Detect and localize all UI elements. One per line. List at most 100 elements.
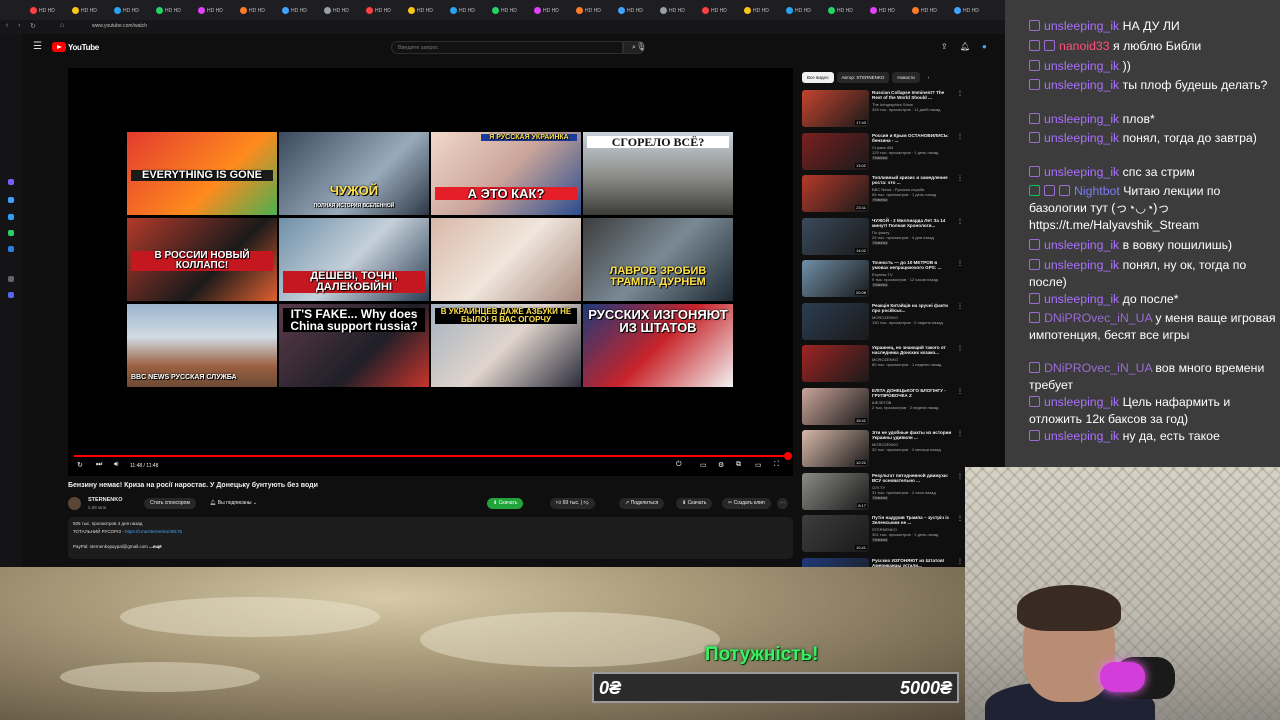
recommended-video[interactable]: 20:08 Точность — до 10 МЕТРОВ в умовах не… — [802, 260, 963, 298]
browser-tab[interactable]: HD HD — [72, 5, 112, 16]
endscreen-video-thumbnail[interactable]: А ЭТО КАК? Я РУССКАЯ УКРАИНКА — [431, 132, 581, 215]
browser-tab[interactable]: HD HD — [744, 5, 784, 16]
browser-tab[interactable]: HD HD — [954, 5, 994, 16]
recommended-video[interactable]: 12:22 Эти не удобные факты из истории Укр… — [802, 430, 963, 468]
browser-tab[interactable]: HD HD — [282, 5, 322, 16]
more-icon[interactable]: ⋮ — [957, 473, 963, 480]
endscreen-video-thumbnail[interactable] — [431, 218, 581, 301]
search-box[interactable] — [391, 41, 623, 54]
browser-tab[interactable]: HD HD — [702, 5, 742, 16]
more-icon[interactable]: ⋮ — [957, 558, 963, 565]
chat-username[interactable]: DNiPROvec_iN_UA — [1044, 311, 1152, 325]
youtube-logo[interactable]: YouTube — [52, 42, 99, 52]
recommended-video[interactable]: Украинец, но знающий такого от наследник… — [802, 345, 963, 383]
sidebar-app-icon[interactable] — [8, 292, 14, 298]
chat-username[interactable]: Nightbot — [1074, 184, 1120, 198]
browser-tab[interactable]: HD HD — [786, 5, 826, 16]
replay-icon[interactable]: ↻ — [77, 461, 83, 469]
recommended-title[interactable]: Топливный кризис и замедление роста: что… — [872, 175, 952, 185]
recommended-thumbnail[interactable]: 20:08 — [802, 260, 869, 297]
menu-icon[interactable]: ☰ — [33, 41, 42, 52]
forward-icon[interactable]: › — [18, 22, 20, 29]
browser-tab[interactable]: HD HD — [912, 5, 952, 16]
settings-icon[interactable]: ⚙︎ — [718, 461, 724, 469]
recommended-thumbnail[interactable]: 15:41 — [802, 387, 869, 425]
recommended-video[interactable]: Реакція Китайців на зручні факти про рос… — [802, 302, 963, 341]
video-player[interactable]: EVERYTHING IS GONE ЧУЖОЙ ПОЛНАЯ ИСТОРИЯ ВС… — [68, 68, 793, 476]
description-link[interactable]: https://t.me/sternenko/48176 — [125, 529, 182, 534]
more-icon[interactable]: ⋮ — [957, 133, 963, 140]
endscreen-video-thumbnail[interactable]: В РОССИИ НОВЫЙ КОЛЛАПС! — [127, 218, 277, 301]
recommended-thumbnail[interactable] — [802, 557, 869, 567]
recommended-video[interactable]: 15:41 ЕЛІТА ДОНЕЦЬКОГО БЛОГІНГУ - ГРУПІРО… — [802, 387, 963, 426]
recommended-thumbnail[interactable]: 23:11 — [802, 175, 869, 212]
recommended-video[interactable]: 17:43 Russian Collapse Imminent? The Rest… — [802, 90, 963, 128]
recommended-video[interactable]: 8:17 Результат питэдневной движухи: ВСУ о… — [802, 472, 963, 511]
search-input[interactable] — [398, 44, 588, 52]
browser-tab[interactable]: HD HD — [240, 5, 280, 16]
sidebar-app-icon[interactable] — [8, 276, 14, 282]
recommended-title[interactable]: Русских ИЗГОНЯЮТ из Штатов! Американцы у… — [872, 558, 952, 568]
recommended-title[interactable]: ЕЛІТА ДОНЕЦЬКОГО БЛОГІНГУ - ГРУПІРОВОЧКА… — [872, 388, 952, 398]
next-icon[interactable]: ⏭︎ — [96, 461, 102, 469]
reload-icon[interactable]: ↻ — [30, 22, 36, 30]
recommended-title[interactable]: Точность — до 10 МЕТРОВ в умовах непрацю… — [872, 260, 952, 270]
endscreen-video-thumbnail[interactable]: ДЕШЕВІ, ТОЧНІ, ДАЛЕКОБІЙНІ — [279, 218, 429, 301]
miniplayer-icon[interactable]: ⧉ — [736, 461, 741, 469]
endscreen-video-thumbnail[interactable]: ЛАВРОВ ЗРОБИВ ТРАМПА ДУРНЕМ — [583, 218, 733, 301]
more-icon[interactable]: ⋮ — [957, 388, 963, 395]
download-button[interactable]: ⬇ Скачать — [676, 498, 713, 509]
filter-chip[interactable]: Все видео — [802, 72, 834, 83]
endscreen-video-thumbnail[interactable]: РУССКИХ ИЗГОНЯЮТ ИЗ ШТАТОВ — [583, 304, 733, 387]
more-button[interactable]: ⋯ — [777, 498, 788, 509]
endscreen-video-thumbnail[interactable]: ЧУЖОЙ ПОЛНАЯ ИСТОРИЯ ВСЕЛЕННОЙ — [279, 132, 429, 215]
more-icon[interactable]: ⋮ — [957, 175, 963, 182]
more-icon[interactable]: ⋮ — [957, 90, 963, 97]
chat-username[interactable]: unsleeping_ik — [1044, 258, 1119, 272]
chat-username[interactable]: unsleeping_ik — [1044, 238, 1119, 252]
more-icon[interactable]: ⋮ — [957, 345, 963, 352]
endscreen-video-thumbnail[interactable]: IT'S FAKE... Why does China support russ… — [279, 304, 429, 387]
clip-button[interactable]: ✂ Создать клип — [722, 498, 771, 509]
home-icon[interactable]: ⌂ — [60, 22, 64, 29]
progress-bar[interactable] — [74, 455, 788, 457]
recommended-title[interactable]: Путін надурив Трампа – зустріч із Зеленс… — [872, 515, 952, 525]
chat-username[interactable]: DNiPROvec_iN_UA — [1044, 361, 1152, 375]
filter-chip[interactable]: Автор: STERNENKO — [836, 72, 890, 83]
chat-username[interactable]: unsleeping_ik — [1044, 429, 1119, 443]
video-description[interactable]: 505 тыс. просмотров 4 дня назад ТОТАЛЬНИ… — [68, 517, 793, 559]
recommended-video[interactable]: 13:02 Россия и Крым ОСТАНОВИЛИСЬ: бензина… — [802, 132, 963, 171]
browser-tab[interactable]: HD HD — [198, 5, 238, 16]
sidebar-app-icon[interactable] — [8, 246, 14, 252]
browser-tab[interactable]: HD HD — [366, 5, 406, 16]
endscreen-video-thumbnail[interactable]: EVERYTHING IS GONE — [127, 132, 277, 215]
browser-tab[interactable]: HD HD — [828, 5, 868, 16]
more-icon[interactable]: ⋮ — [957, 260, 963, 267]
recommended-video[interactable]: Русских ИЗГОНЯЮТ из Штатов! Американцы у… — [802, 557, 963, 568]
recommended-thumbnail[interactable] — [802, 302, 869, 340]
endscreen-video-thumbnail[interactable]: BBC NEWS РУССКАЯ СЛУЖБА — [127, 304, 277, 387]
browser-tab[interactable]: HD HD — [30, 5, 70, 16]
channel-name[interactable]: STERNENKO — [88, 497, 123, 503]
chat-username[interactable]: unsleeping_ik — [1044, 78, 1119, 92]
chat-username[interactable]: unsleeping_ik — [1044, 292, 1119, 306]
sidebar-app-icon[interactable] — [8, 230, 14, 236]
browser-tab[interactable]: HD HD — [492, 5, 532, 16]
theater-icon[interactable]: ▭ — [755, 461, 762, 469]
more-icon[interactable]: ⋮ — [957, 303, 963, 310]
recommended-thumbnail[interactable] — [802, 345, 869, 382]
recommended-thumbnail[interactable]: 8:17 — [802, 472, 869, 510]
chat-username[interactable]: unsleeping_ik — [1044, 165, 1119, 179]
browser-tab[interactable]: HD HD — [576, 5, 616, 16]
like-button[interactable]: 👍︎ 69 тыс. | 👎︎ — [550, 498, 595, 509]
browser-tab[interactable]: HD HD — [660, 5, 700, 16]
chat-username[interactable]: unsleeping_ik — [1044, 19, 1119, 33]
green-download-button[interactable]: ⬇ Скачать — [487, 498, 524, 509]
sidebar-app-icon[interactable] — [8, 179, 14, 185]
chat-username[interactable]: unsleeping_ik — [1044, 395, 1119, 409]
endscreen-video-thumbnail[interactable]: СГОРЕЛО ВСЁ? — [583, 132, 733, 215]
filter-chip[interactable]: Новости — [892, 72, 920, 83]
sidebar-app-icon[interactable] — [8, 214, 14, 220]
browser-tab[interactable]: HD HD — [534, 5, 574, 16]
more-icon[interactable]: ⋮ — [957, 430, 963, 437]
